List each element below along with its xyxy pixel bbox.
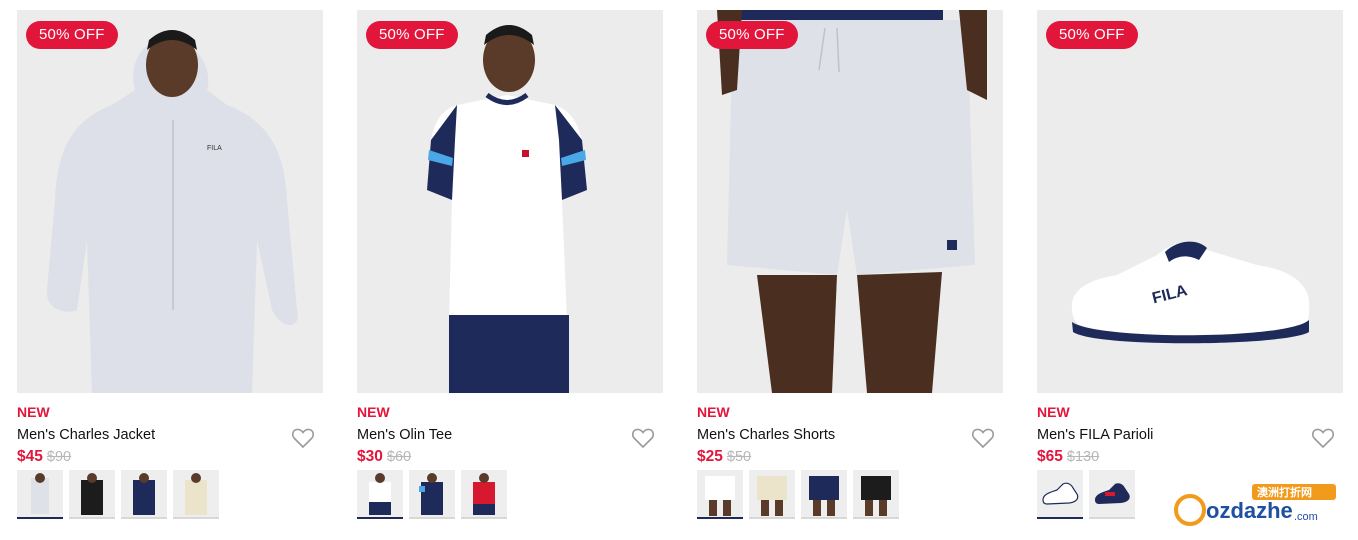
product-name[interactable]: Men's FILA Parioli — [1037, 427, 1153, 443]
heart-outline-icon[interactable] — [1311, 427, 1335, 449]
color-swatch-navy[interactable] — [121, 470, 167, 519]
color-swatch-grey[interactable] — [17, 470, 63, 519]
sale-price: $30 — [357, 448, 383, 465]
watermark-domain: .com — [1294, 511, 1318, 523]
color-swatch-black[interactable] — [853, 470, 899, 519]
new-tag: NEW — [17, 404, 50, 420]
sale-price: $25 — [697, 448, 723, 465]
new-tag: NEW — [697, 404, 730, 420]
product-name[interactable]: Men's Olin Tee — [357, 427, 452, 443]
price: $25 $50 — [697, 448, 751, 466]
discount-badge: 50% OFF — [26, 21, 118, 49]
color-swatch-black[interactable] — [69, 470, 115, 519]
product-name[interactable]: Men's Charles Shorts — [697, 427, 835, 443]
product-card[interactable]: FILA 50% OFF NEW Men's Charles Jacket $4… — [17, 10, 323, 525]
color-swatch-cream[interactable] — [749, 470, 795, 519]
sale-price: $45 — [17, 448, 43, 465]
discount-badge: 50% OFF — [706, 21, 798, 49]
discount-badge: 50% OFF — [1046, 21, 1138, 49]
color-swatch-grey[interactable] — [697, 470, 743, 519]
product-image[interactable]: FILA 50% OFF — [17, 10, 323, 393]
new-tag: NEW — [357, 404, 390, 420]
watermark-chinese: 澳洲打折网 — [1257, 485, 1312, 499]
heart-outline-icon[interactable] — [291, 427, 315, 449]
original-price: $60 — [386, 449, 412, 465]
original-price: $50 — [726, 449, 752, 465]
color-swatch-navy[interactable] — [801, 470, 847, 519]
discount-badge: 50% OFF — [366, 21, 458, 49]
original-price: $90 — [46, 449, 72, 465]
product-image[interactable]: FILA 50% OFF — [1037, 10, 1343, 393]
color-swatch-navy-blue[interactable] — [409, 470, 455, 519]
product-grid: FILA 50% OFF NEW Men's Charles Jacket $4… — [0, 0, 1358, 540]
heart-outline-icon[interactable] — [971, 427, 995, 449]
product-card[interactable]: FILA 50% OFF NEW Men's FILA Parioli $65 $… — [1037, 10, 1343, 525]
original-price: $130 — [1066, 449, 1100, 465]
sale-price: $65 — [1037, 448, 1063, 465]
product-image[interactable]: 50% OFF — [697, 10, 1003, 393]
heart-outline-icon[interactable] — [631, 427, 655, 449]
price: $65 $130 — [1037, 448, 1099, 466]
svg-text:FILA: FILA — [207, 145, 222, 152]
color-swatch-cream[interactable] — [173, 470, 219, 519]
product-card[interactable]: 50% OFF NEW Men's Charles Shorts $25 $50 — [697, 10, 1003, 525]
product-card[interactable]: 50% OFF NEW Men's Olin Tee $30 $60 — [357, 10, 663, 525]
color-swatch-white-navy[interactable] — [357, 470, 403, 519]
new-tag: NEW — [1037, 404, 1070, 420]
color-swatch-white-navy[interactable] — [1037, 470, 1083, 519]
price: $30 $60 — [357, 448, 411, 466]
price: $45 $90 — [17, 448, 71, 466]
watermark-logo: 澳洲打折网 ozdazhe .com — [1172, 484, 1342, 528]
color-swatch-red[interactable] — [461, 470, 507, 519]
product-name[interactable]: Men's Charles Jacket — [17, 427, 155, 443]
product-image[interactable]: 50% OFF — [357, 10, 663, 393]
color-swatch-navy-red[interactable] — [1089, 470, 1135, 519]
watermark-text: ozdazhe — [1206, 498, 1293, 523]
